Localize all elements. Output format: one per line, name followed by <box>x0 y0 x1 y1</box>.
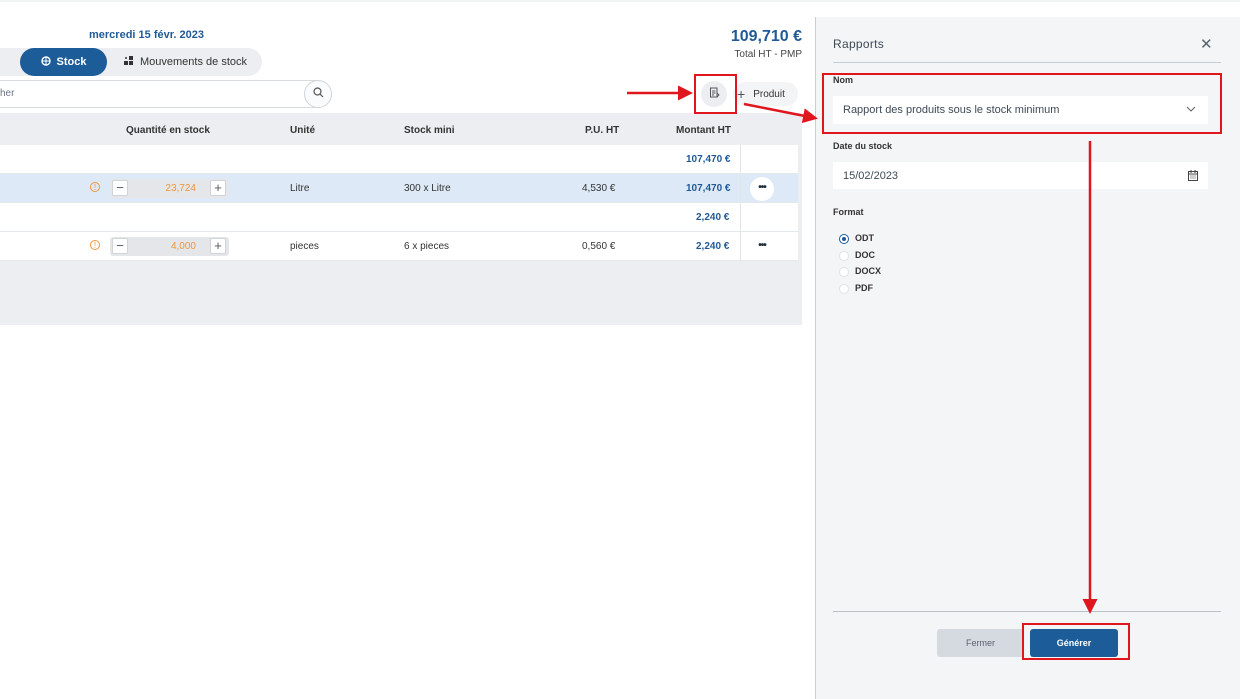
col-header-stock-min: Stock mini <box>404 125 455 136</box>
calendar-icon <box>1188 170 1198 184</box>
warning-icon: ! <box>90 182 100 192</box>
total-label: Total HT - PMP <box>734 49 802 60</box>
top-border <box>0 0 1240 2</box>
divider <box>833 62 1221 63</box>
tab-stock-label: Stock <box>56 56 87 68</box>
radio-docx[interactable] <box>839 267 849 277</box>
stock-date-field[interactable]: 15/02/2023 <box>833 162 1208 189</box>
search-placeholder: her <box>0 88 15 99</box>
group-total: 107,470 € <box>686 154 731 165</box>
decrement-button[interactable]: − <box>112 180 128 196</box>
highlight-box-generate <box>1022 623 1130 660</box>
group-total: 2,240 € <box>696 212 730 223</box>
stock-date-value: 15/02/2023 <box>843 169 899 182</box>
quantity-value[interactable]: 23,724 <box>130 183 196 194</box>
decrement-button[interactable]: − <box>112 238 128 254</box>
format-label: Format <box>833 207 864 217</box>
unit-cell: pieces <box>290 241 319 252</box>
more-options-button[interactable]: ••• <box>750 177 774 201</box>
close-icon[interactable]: ✕ <box>1200 35 1213 53</box>
footer-divider <box>833 611 1221 612</box>
highlight-box-report-button <box>694 74 737 114</box>
col-header-unit: Unité <box>290 125 315 136</box>
group-row: 107,470 € <box>0 145 798 174</box>
quantity-stepper[interactable]: − 23,724 + <box>110 179 229 198</box>
stock-min-cell: 300 x Litre <box>404 183 451 194</box>
unit-price-cell: 4,530 € <box>582 183 616 194</box>
col-header-quantity: Quantité en stock <box>126 125 210 136</box>
radio-label-odt: ODT <box>855 233 874 243</box>
add-product-button[interactable]: + Produit <box>733 82 798 106</box>
increment-button[interactable]: + <box>210 238 226 254</box>
highlight-box-report-name <box>822 73 1222 134</box>
table-row[interactable]: ! − 23,724 + Litre 300 x Litre 4,530 € 1… <box>0 174 798 203</box>
col-header-unit-price: P.U. HT <box>585 125 620 136</box>
stock-min-cell: 6 x pieces <box>404 241 450 252</box>
search-input[interactable] <box>0 80 330 108</box>
quantity-stepper[interactable]: − 4,000 + <box>110 237 229 256</box>
search-button[interactable] <box>304 80 332 108</box>
amount-cell: 107,470 € <box>686 183 731 194</box>
radio-label-docx: DOCX <box>855 266 882 276</box>
tab-stock[interactable]: Stock <box>20 48 107 76</box>
grid-icon <box>124 55 134 69</box>
current-date: mercredi 15 févr. 2023 <box>89 29 204 41</box>
col-header-amount: Montant HT <box>676 125 731 136</box>
unit-cell: Litre <box>290 183 310 194</box>
tab-stock-movements[interactable]: Mouvements de stock <box>124 48 247 76</box>
radio-label-pdf: PDF <box>855 283 873 293</box>
group-row: 2,240 € <box>0 203 798 232</box>
stock-date-label: Date du stock <box>833 141 893 151</box>
unit-price-cell: 0,560 € <box>582 241 616 252</box>
more-options-button[interactable]: ••• <box>750 235 774 259</box>
tab-stock-movements-label: Mouvements de stock <box>140 56 247 68</box>
plus-icon: + <box>737 86 746 102</box>
close-button[interactable]: Fermer <box>937 629 1024 657</box>
radio-odt[interactable] <box>839 234 849 244</box>
radio-label-doc: DOC <box>855 250 875 260</box>
box-icon <box>40 55 51 69</box>
warning-icon: ! <box>90 240 100 250</box>
panel-title: Rapports <box>833 37 885 51</box>
table-row[interactable]: ! − 4,000 + pieces 6 x pieces 0,560 € 2,… <box>0 232 798 261</box>
add-product-label: Produit <box>753 88 785 100</box>
radio-pdf[interactable] <box>839 284 849 294</box>
radio-doc[interactable] <box>839 251 849 261</box>
search-icon <box>312 85 324 103</box>
amount-cell: 2,240 € <box>696 241 730 252</box>
quantity-value[interactable]: 4,000 <box>130 241 196 252</box>
total-amount: 109,710 € <box>730 28 802 45</box>
increment-button[interactable]: + <box>210 180 226 196</box>
